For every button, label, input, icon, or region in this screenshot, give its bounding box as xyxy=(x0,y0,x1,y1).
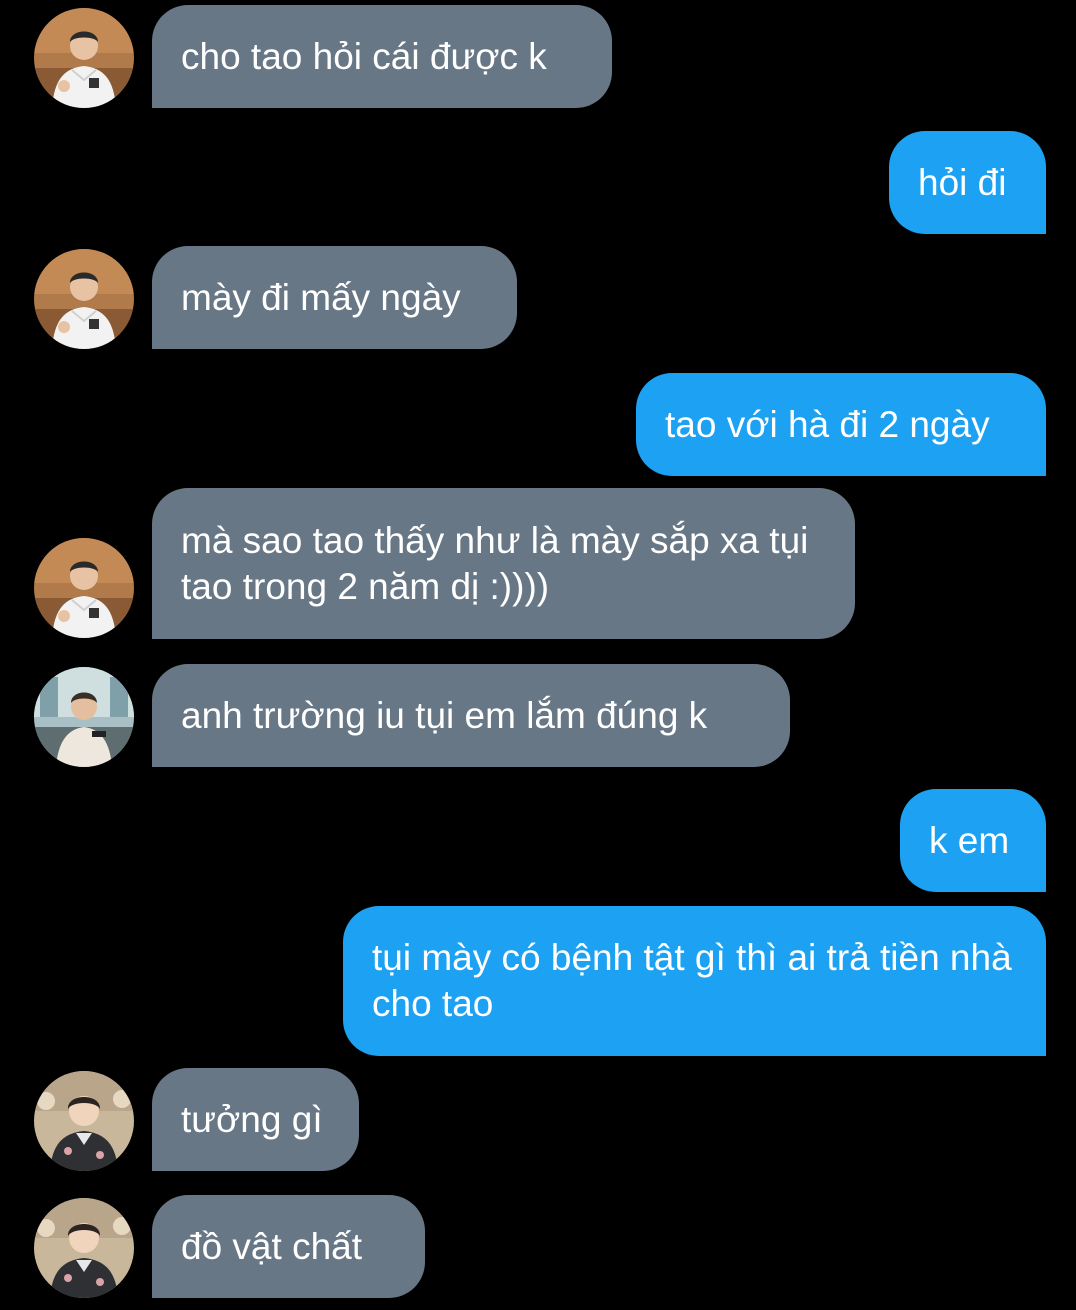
user-photo-white-hoodie-icon[interactable] xyxy=(34,8,134,108)
message-text: cho tao hỏi cái được k xyxy=(181,35,547,77)
user-photo-flowers-icon[interactable] xyxy=(34,1198,134,1298)
message-text: tụi mày có bệnh tật gì thì ai trả tiền n… xyxy=(372,937,1012,1024)
user-photo-white-hoodie-icon[interactable] xyxy=(34,538,134,638)
message-text: mày đi mấy ngày xyxy=(181,276,461,318)
message-bubble[interactable]: đồ vật chất xyxy=(152,1195,425,1298)
message-text: tao với hà đi 2 ngày xyxy=(665,403,990,445)
message-bubble[interactable]: tao với hà đi 2 ngày xyxy=(636,373,1046,476)
message-bubble[interactable]: anh trường iu tụi em lắm đúng k xyxy=(152,664,790,767)
message-text: k em xyxy=(929,819,1010,861)
message-text: tưởng gì xyxy=(181,1098,323,1140)
message-text: anh trường iu tụi em lắm đúng k xyxy=(181,694,708,736)
message-text: mà sao tao thấy như là mày sắp xa tụi ta… xyxy=(181,519,809,607)
message-bubble[interactable]: tưởng gì xyxy=(152,1068,359,1171)
message-bubble[interactable]: k em xyxy=(900,789,1046,892)
user-photo-flowers-icon[interactable] xyxy=(34,1071,134,1171)
user-photo-window-icon[interactable] xyxy=(34,667,134,767)
message-bubble[interactable]: mày đi mấy ngày xyxy=(152,246,517,349)
conversation-thread: cho tao hỏi cái được k hỏi đi mày đi mấy… xyxy=(0,0,1076,1310)
message-bubble[interactable]: mà sao tao thấy như là mày sắp xa tụi ta… xyxy=(152,488,855,639)
message-bubble[interactable]: hỏi đi xyxy=(889,131,1046,234)
user-photo-white-hoodie-icon[interactable] xyxy=(34,249,134,349)
message-bubble[interactable]: tụi mày có bệnh tật gì thì ai trả tiền n… xyxy=(343,906,1046,1056)
message-bubble[interactable]: cho tao hỏi cái được k xyxy=(152,5,612,108)
message-text: đồ vật chất xyxy=(181,1225,363,1267)
message-text: hỏi đi xyxy=(918,161,1007,203)
